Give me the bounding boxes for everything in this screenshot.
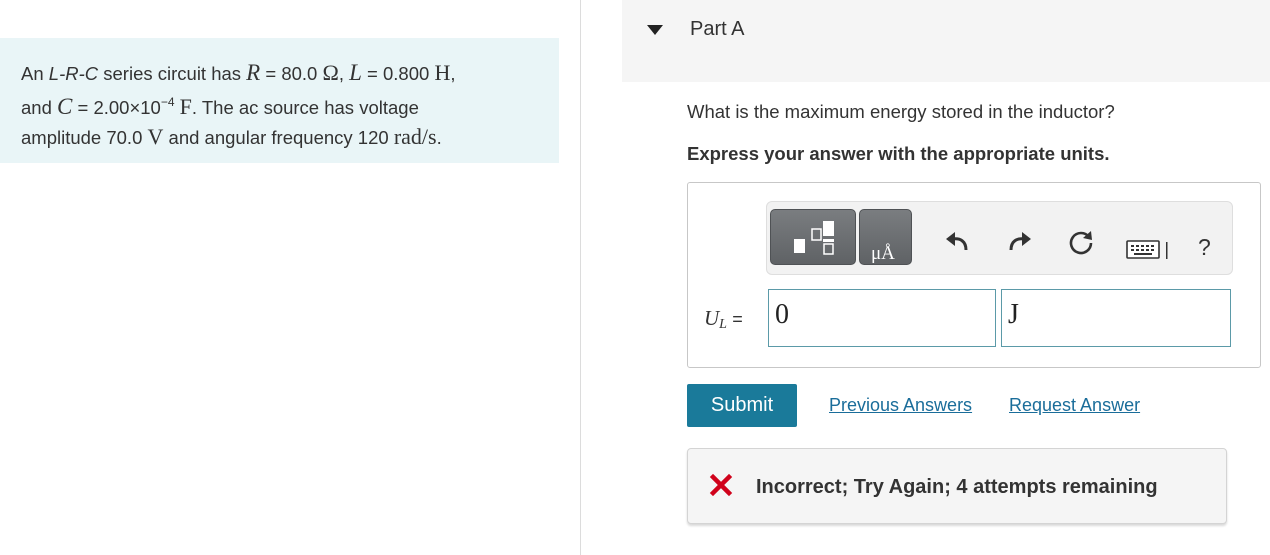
question-text: What is the maximum energy stored in the… xyxy=(687,101,1115,122)
collapse-triangle-icon[interactable] xyxy=(647,25,663,35)
submit-button[interactable]: Submit xyxy=(687,384,797,427)
incorrect-x-icon xyxy=(709,473,733,497)
problem-statement: An L-R-C series circuit has R = 80.0 Ω, … xyxy=(21,60,456,149)
help-icon[interactable]: ? xyxy=(1198,234,1211,261)
reset-icon[interactable] xyxy=(1067,228,1095,256)
templates-button[interactable] xyxy=(770,209,856,265)
templates-icon xyxy=(794,221,834,255)
answer-variable-label: UL = xyxy=(704,306,743,332)
request-answer-link[interactable]: Request Answer xyxy=(1009,395,1140,416)
keyboard-icon[interactable] xyxy=(1126,238,1170,262)
redo-icon[interactable] xyxy=(1006,228,1034,256)
part-title: Part A xyxy=(690,18,745,40)
undo-icon[interactable] xyxy=(943,228,971,256)
feedback-message: Incorrect; Try Again; 4 attempts remaini… xyxy=(756,476,1158,498)
units-button[interactable]: μÅ xyxy=(859,209,912,265)
answer-value-input[interactable]: 0 xyxy=(768,289,996,347)
previous-answers-link[interactable]: Previous Answers xyxy=(829,395,972,416)
units-icon: μÅ xyxy=(871,243,895,264)
answer-units-input[interactable]: J xyxy=(1001,289,1231,347)
answer-instruction: Express your answer with the appropriate… xyxy=(687,143,1110,164)
part-header[interactable] xyxy=(622,0,1270,82)
svg-text:μÅ: μÅ xyxy=(871,243,895,264)
